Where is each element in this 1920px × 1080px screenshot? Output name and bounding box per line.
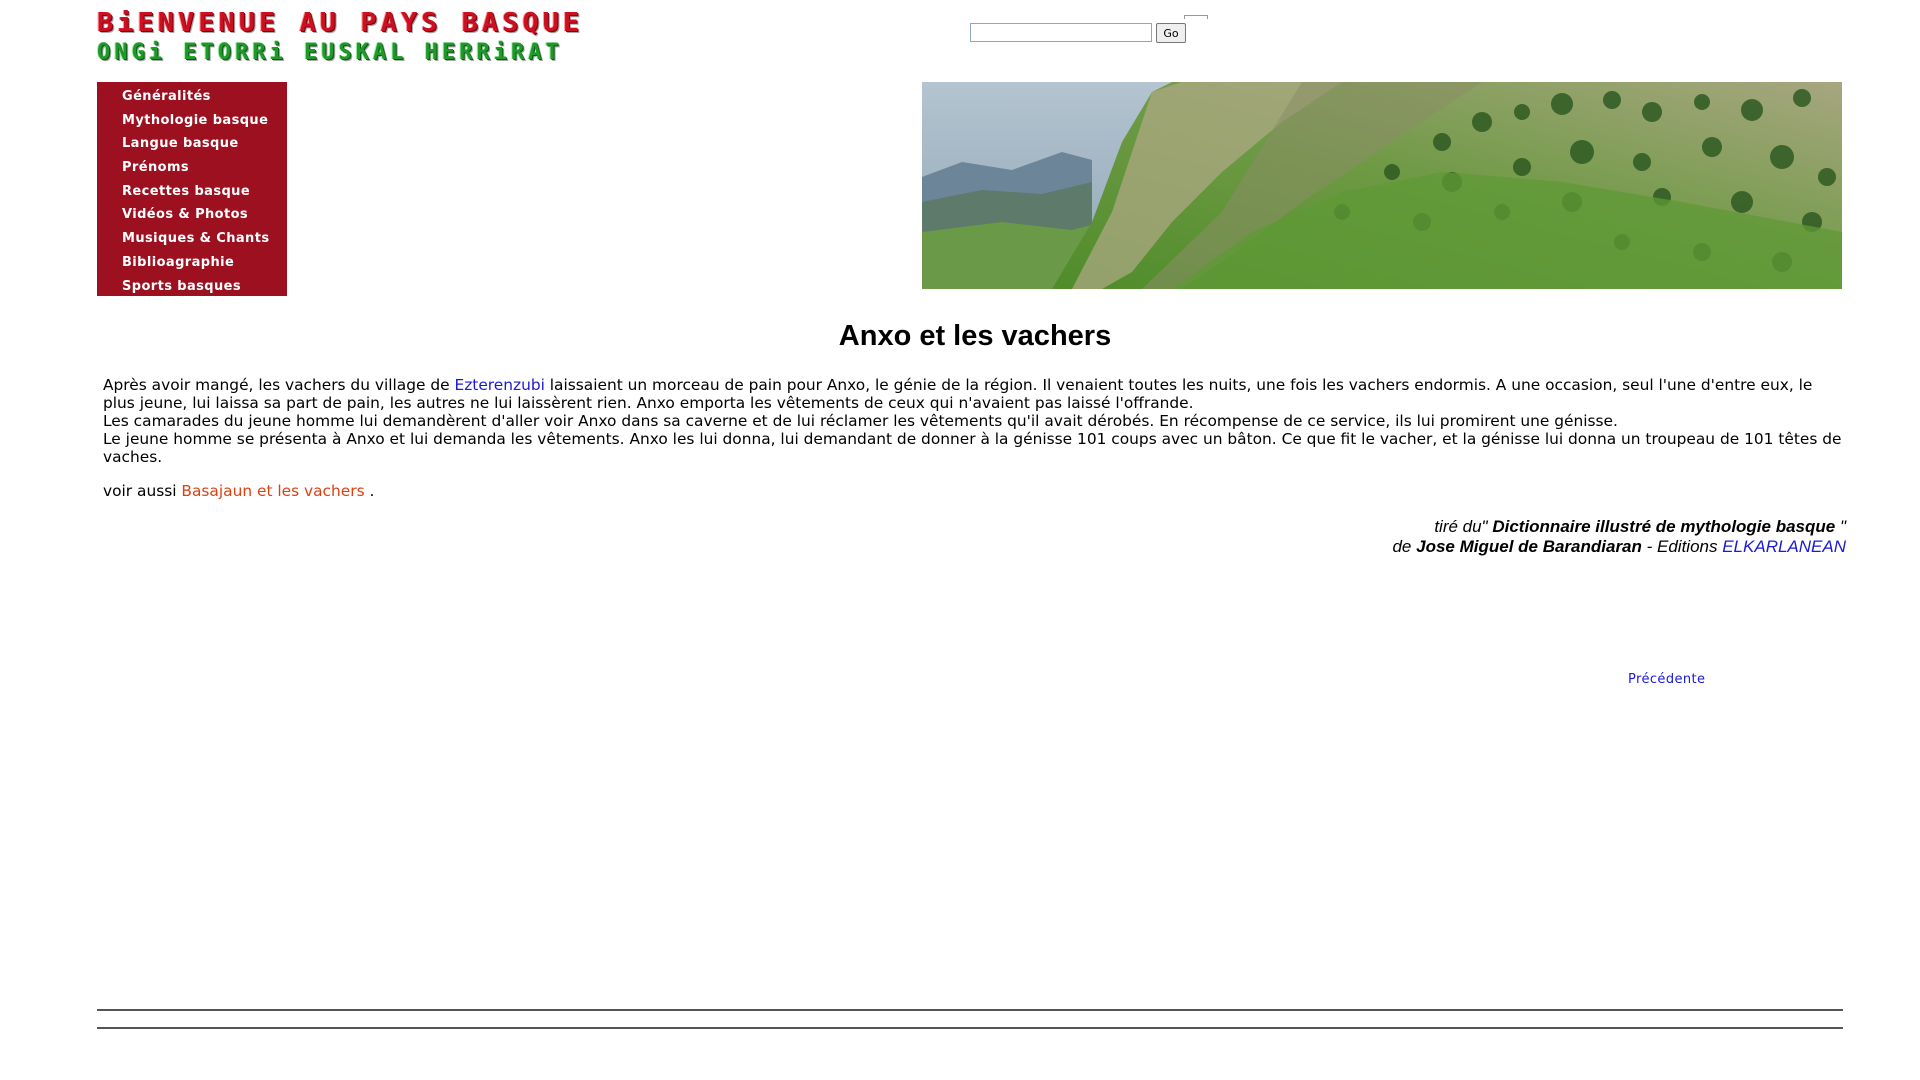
- sidebar-item-recettes[interactable]: Recettes basque: [97, 180, 287, 204]
- sidebar-item-musiques-chants[interactable]: Musiques & Chants: [97, 227, 287, 251]
- logo-line-french: BiENVENUE AU PAYS BASQUE: [97, 8, 584, 38]
- sidebar-item-bibliographie[interactable]: Biblioagraphie: [97, 251, 287, 275]
- mountain-landscape-illustration: [922, 82, 1842, 289]
- sidebar-item-prenoms[interactable]: Prénoms: [97, 156, 287, 180]
- previous-page-link[interactable]: Précédente: [1628, 672, 1705, 687]
- mountain-banner-image: [922, 82, 1842, 289]
- footer-divider-1: [97, 1009, 1843, 1011]
- search-frame-tab: [1184, 15, 1208, 19]
- article-paragraph-2: Les camarades du jeune homme lui demandè…: [103, 412, 1618, 430]
- sidebar-item-mythologie[interactable]: Mythologie basque: [97, 109, 287, 133]
- sidebar-item-videos-photos[interactable]: Vidéos & Photos: [97, 203, 287, 227]
- source-line-1: tiré du" Dictionnaire illustré de mythol…: [1434, 517, 1846, 536]
- search-go-button[interactable]: Go: [1156, 23, 1186, 43]
- article-paragraph-1: Après avoir mangé, les vachers du villag…: [103, 376, 1813, 412]
- source-citation: tiré du" Dictionnaire illustré de mythol…: [1392, 517, 1846, 557]
- sidebar-item-generalites[interactable]: Généralités: [97, 85, 287, 109]
- book-title: Dictionnaire illustré de mythologie basq…: [1492, 517, 1836, 536]
- sidebar-item-sports[interactable]: Sports basques: [97, 275, 287, 299]
- sidebar-menu: Généralités Mythologie basque Langue bas…: [97, 82, 287, 296]
- site-logo[interactable]: BiENVENUE AU PAYS BASQUE ONGi ETORRi EUS…: [97, 10, 737, 72]
- article-paragraph-3: Le jeune homme se présenta à Anxo et lui…: [103, 430, 1842, 466]
- basajaun-link[interactable]: Basajaun et les vachers: [181, 482, 364, 500]
- search-input[interactable]: [970, 23, 1152, 42]
- logo-line-basque: ONGi ETORRi EUSKAL HERRiRAT: [97, 40, 563, 65]
- source-line-2: de Jose Miguel de Barandiaran - Editions…: [1392, 537, 1846, 556]
- publisher-link[interactable]: ELKARLANEAN: [1722, 537, 1846, 556]
- ezterenzubi-link[interactable]: Ezterenzubi: [454, 376, 544, 394]
- sidebar-item-langue[interactable]: Langue basque: [97, 132, 287, 156]
- page-title: Anxo et les vachers: [838, 320, 1112, 352]
- page: BiENVENUE AU PAYS BASQUE ONGi ETORRi EUS…: [0, 0, 1920, 1080]
- footer-divider-2: [97, 1027, 1843, 1029]
- author-name: Jose Miguel de Barandiaran: [1416, 537, 1642, 556]
- see-also: voir aussi Basajaun et les vachers .: [103, 482, 375, 500]
- article-body: Après avoir mangé, les vachers du villag…: [103, 376, 1843, 466]
